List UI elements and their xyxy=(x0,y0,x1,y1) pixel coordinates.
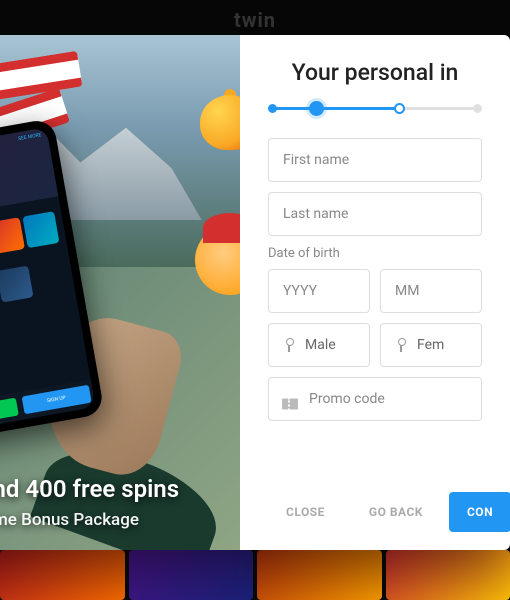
ticket-icon xyxy=(282,399,298,410)
promo-code-input[interactable] xyxy=(268,377,482,421)
top-header: twin xyxy=(0,0,510,40)
game-thumb[interactable] xyxy=(129,550,254,600)
male-icon xyxy=(283,338,295,352)
form-title: Your personal in xyxy=(268,59,482,86)
dob-year-input[interactable] xyxy=(268,269,370,313)
game-thumbnails xyxy=(0,550,510,600)
continue-button[interactable]: CON xyxy=(449,492,510,532)
first-name-input[interactable] xyxy=(268,138,482,182)
dob-month-input[interactable] xyxy=(380,269,482,313)
go-back-button[interactable]: GO BACK xyxy=(351,492,441,532)
phone-login: LOG IN xyxy=(0,398,18,428)
game-thumb[interactable] xyxy=(257,550,382,600)
gender-female-option[interactable]: Fem xyxy=(380,323,482,367)
game-thumb[interactable] xyxy=(0,550,125,600)
phone-see-more: SEE MORE xyxy=(18,132,42,142)
gender-male-option[interactable]: Male xyxy=(268,323,370,367)
gender-label: Male xyxy=(305,337,336,353)
last-name-input[interactable] xyxy=(268,192,482,236)
brand-logo: twin xyxy=(234,8,276,32)
dob-label: Date of birth xyxy=(268,246,482,261)
phone-signup: SIGN UP xyxy=(21,385,92,415)
form-panel: Your personal in Date of birth Male Fem xyxy=(240,35,510,550)
promo-panel: SEE MORE Midweek Race JOIN NOW New Games… xyxy=(0,35,240,550)
game-thumb[interactable] xyxy=(386,550,510,600)
progress-bar xyxy=(268,104,482,112)
gender-label: Fem xyxy=(417,337,444,353)
progress-step-3 xyxy=(394,103,405,114)
promo-subtitle: elcome Bonus Package xyxy=(0,510,220,530)
female-icon xyxy=(395,338,407,352)
progress-step-2-current xyxy=(309,101,324,116)
signup-modal: SEE MORE Midweek Race JOIN NOW New Games… xyxy=(0,35,510,550)
progress-step-4 xyxy=(473,104,482,113)
close-button[interactable]: CLOSE xyxy=(268,492,343,532)
progress-step-1 xyxy=(268,104,277,113)
bell-icon xyxy=(190,85,240,165)
promo-headline: onus and 400 free spins xyxy=(0,475,220,504)
